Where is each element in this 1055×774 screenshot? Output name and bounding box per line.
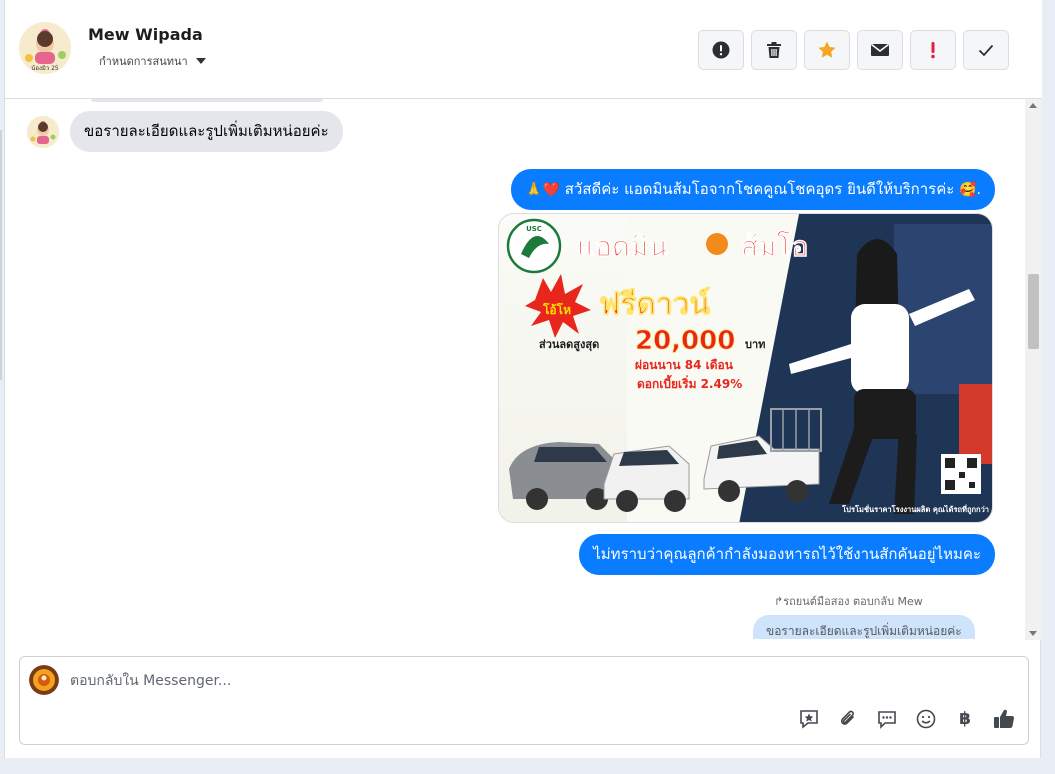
headline-admin: แอดมิน: [577, 230, 668, 263]
scroll-up-arrow-icon[interactable]: [1029, 103, 1037, 108]
assign-label: กำหนดการสนทนา: [99, 55, 188, 68]
contact-name: Mew Wipada: [88, 25, 203, 44]
assign-conversation-dropdown[interactable]: กำหนดการสนทนา: [99, 52, 206, 70]
message-input[interactable]: [70, 668, 690, 694]
exclamation-icon: [931, 42, 935, 59]
composer-toolbar: ฿: [797, 707, 1016, 731]
logo-text: USC: [526, 225, 542, 233]
emoji-icon[interactable]: [914, 707, 938, 731]
spam-report-button[interactable]: [698, 30, 744, 70]
exclamation-circle-icon: [712, 41, 730, 59]
outgoing-message-text: สวัสดีค่ะ แอดมินส้มโอจากโชคคูณโชคอุดร ยิ…: [564, 180, 955, 198]
delete-button[interactable]: [751, 30, 797, 70]
follow-up-button[interactable]: [910, 30, 956, 70]
emoji-suffix: 🥰.: [959, 182, 981, 198]
reply-arrow-icon: ↱: [774, 595, 784, 608]
previous-message-edge: [91, 99, 323, 102]
side-divider: [0, 130, 2, 380]
attachment-icon[interactable]: [836, 707, 860, 731]
burst-text: โอ้โห: [542, 302, 571, 317]
installment-text: ผ่อนนาน 84 เดือน: [635, 358, 734, 372]
mark-done-button[interactable]: [963, 30, 1009, 70]
quick-replies-icon[interactable]: [875, 707, 899, 731]
message-thread[interactable]: ขอรายละเอียดและรูปเพิ่มเติมหน่อยค่ะ 🙏❤️ …: [5, 99, 1025, 639]
star-button[interactable]: [804, 30, 850, 70]
saved-reply-icon[interactable]: [797, 707, 821, 731]
reply-note: ↱รถยนต์มือสอง ตอบกลับ Mew: [774, 595, 923, 608]
avatar-caption: น้องมิว 25: [31, 65, 59, 72]
photo-footer: โปรโมชั่นราคาโรงงานผลิต คุณได้รถที่ถูกกว…: [841, 503, 989, 515]
sender-avatar[interactable]: [27, 116, 59, 148]
reply-quote[interactable]: ขอรายละเอียดและรูปเพิ่มเติมหน่อยค่ะ: [753, 615, 975, 639]
conversation-panel: น้องมิว 25 Mew Wipada กำหนดการสนทนา ขอรา…: [4, 0, 1042, 758]
contact-avatar[interactable]: น้องมิว 25: [19, 22, 71, 74]
promo-photo[interactable]: USC แอดมิน ส้มโอ โอ้โห ฟรีดาวน์ ส่วนลดสู…: [498, 213, 993, 523]
discount-unit: บาท: [745, 338, 765, 351]
mark-unread-button[interactable]: [857, 30, 903, 70]
reply-composer: ฿: [19, 656, 1029, 745]
emoji-prefix: 🙏❤️: [525, 182, 560, 198]
discount-label: ส่วนลดสูงสุด: [539, 338, 599, 352]
chevron-down-icon: [195, 58, 206, 64]
envelope-icon: [871, 43, 889, 56]
conversation-header: น้องมิว 25 Mew Wipada กำหนดการสนทนา: [5, 0, 1042, 99]
outgoing-message[interactable]: 🙏❤️ สวัสดีค่ะ แอดมินส้มโอจากโชคคูณโชคอุด…: [511, 169, 995, 210]
thumbs-up-icon[interactable]: [992, 707, 1016, 731]
page-avatar: [29, 665, 59, 695]
scroll-down-arrow-icon[interactable]: [1029, 631, 1037, 636]
interest-text: ดอกเบี้ยเริ่ม 2.49%: [637, 374, 742, 391]
discount-value: 20,000: [635, 326, 735, 356]
baht-icon[interactable]: ฿: [953, 707, 977, 731]
trash-icon: [767, 42, 781, 58]
star-icon: [818, 41, 836, 58]
headline-som-o: ส้มโอ: [741, 229, 808, 263]
checkmark-icon: [978, 44, 994, 57]
incoming-message[interactable]: ขอรายละเอียดและรูปเพิ่มเติมหน่อยค่ะ: [70, 111, 343, 152]
promo-free-down: ฟรีดาวน์: [599, 287, 711, 322]
outgoing-message[interactable]: ไม่ทราบว่าคุณลูกค้ากำลังมองหารถไว้ใช้งาน…: [579, 534, 995, 575]
scroll-thumb[interactable]: [1028, 274, 1039, 349]
conversation-toolbar: [698, 30, 1009, 70]
thread-scrollbar[interactable]: [1025, 99, 1042, 640]
